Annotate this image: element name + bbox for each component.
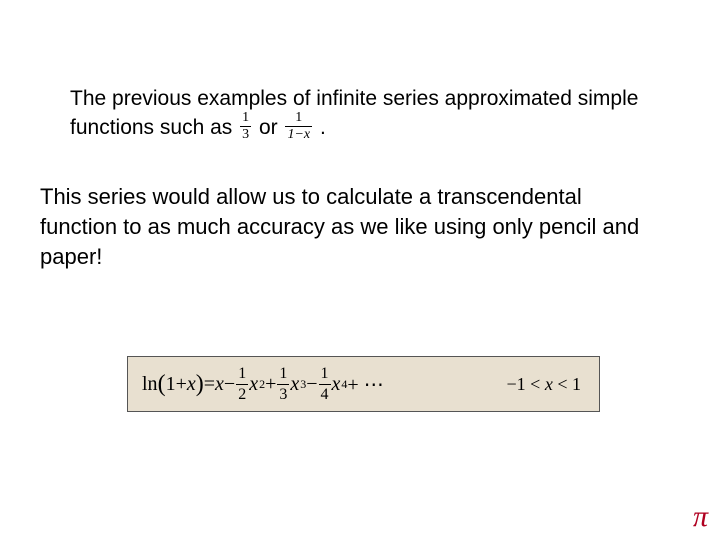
frac-num: 1 — [236, 366, 248, 385]
term3-coef: 1 3 — [277, 366, 289, 403]
domain-text: −1 < x < 1 — [507, 374, 581, 394]
equals: = — [204, 373, 215, 396]
paren-close: ) — [196, 371, 204, 398]
frac-num: 1 — [240, 111, 251, 127]
formula-box: ln ( 1+ x ) = x − 1 2 x2 + 1 3 x3 − 1 4 … — [127, 356, 600, 412]
intro-paragraph: The previous examples of infinite series… — [70, 85, 650, 144]
pi-icon: π — [693, 500, 708, 534]
term2-var: x — [249, 373, 258, 396]
domain-condition: −1 < x < 1 — [507, 374, 581, 395]
frac-den: 1−x — [285, 127, 312, 142]
ln-arg-var: x — [187, 373, 196, 396]
term2-coef: 1 2 — [236, 366, 248, 403]
frac-num: 1 — [319, 366, 331, 385]
frac-den: 4 — [319, 385, 331, 403]
intro-period: . — [320, 116, 326, 139]
ln-arg-const: 1+ — [166, 373, 187, 396]
frac-num: 1 — [277, 366, 289, 385]
op-minus-2: − — [306, 373, 317, 396]
fraction-one-over-one-minus-x: 1 1−x — [283, 111, 314, 142]
body-paragraph: This series would allow us to calculate … — [40, 182, 650, 271]
term3-var: x — [290, 373, 299, 396]
fraction-one-third: 1 3 — [238, 111, 253, 142]
frac-den: 2 — [236, 385, 248, 403]
term4-var: x — [332, 373, 341, 396]
op-plus-1: + — [265, 373, 276, 396]
frac-num: 1 — [285, 111, 312, 127]
frac-den: 3 — [277, 385, 289, 403]
term4-coef: 1 4 — [319, 366, 331, 403]
intro-or: or — [259, 116, 284, 139]
intro-text-1: The previous examples of infinite series… — [70, 87, 638, 139]
op-minus-1: − — [224, 373, 235, 396]
ln-label: ln — [142, 373, 158, 396]
series-expansion: ln ( 1+ x ) = x − 1 2 x2 + 1 3 x3 − 1 4 … — [142, 366, 384, 403]
paren-open: ( — [158, 371, 166, 398]
frac-den: 3 — [240, 127, 251, 142]
ellipsis: + ⋯ — [347, 372, 383, 397]
term1-x: x — [215, 373, 224, 396]
